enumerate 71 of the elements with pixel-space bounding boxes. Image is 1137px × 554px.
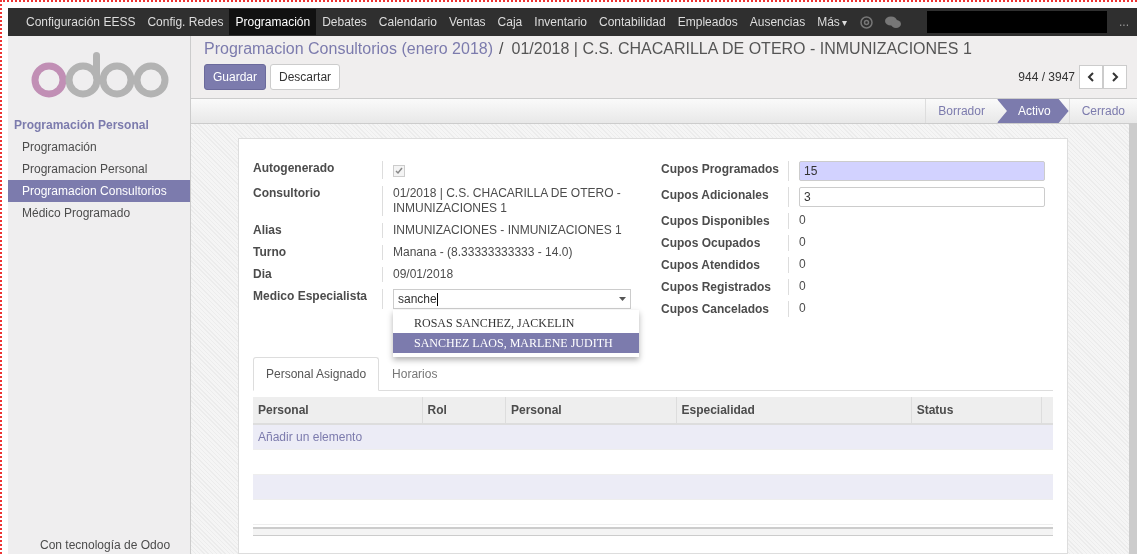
breadcrumb-current: 01/2018 | C.S. CHACARILLA DE OTERO - INMUNIZACIONES 1 (511, 40, 972, 58)
menu-item[interactable]: Debates (316, 9, 373, 35)
menu-item[interactable]: Ventas (442, 9, 492, 35)
chevron-left-icon (1087, 72, 1095, 82)
field-label: Cupos Disponibles (661, 213, 789, 229)
checkbox[interactable] (393, 165, 405, 177)
sidebar-item[interactable]: Médico Programado (8, 202, 190, 224)
menu-item[interactable]: Empleados (671, 9, 744, 35)
footer-text: Con tecnología de Odoo (39, 538, 172, 552)
caret-icon (619, 297, 626, 301)
menu-item[interactable]: Contabilidad (593, 9, 672, 35)
search-combo-field[interactable]: sanche (393, 289, 631, 309)
save-button[interactable]: Guardar (204, 64, 267, 90)
field-label: Cupos Programados (661, 161, 789, 181)
column-header[interactable]: Personal (253, 397, 423, 423)
menu-item[interactable]: Calendario (372, 9, 443, 35)
tab[interactable]: Horarios (379, 357, 451, 391)
pager-text: 944 / 3947 (1018, 70, 1075, 84)
status-step[interactable]: Cerrado (1068, 99, 1137, 123)
tab[interactable]: Personal Asignado (253, 357, 380, 391)
field-label: Autogenerado (253, 161, 383, 179)
column-header[interactable]: Status (911, 397, 1043, 423)
discard-button[interactable]: Descartar (270, 64, 341, 90)
sidebar-item[interactable]: Programación (8, 136, 190, 158)
field-value: INMUNIZACIONES - INMUNIZACIONES 1 (393, 223, 622, 237)
field-label: Dia (253, 267, 383, 282)
field-value: 0 (799, 279, 806, 293)
field-label: Cupos Atendidos (661, 257, 789, 273)
field-label: Cupos Adicionales (661, 187, 789, 207)
user-menu[interactable]: ... (1107, 15, 1137, 29)
column-header[interactable]: Especialidad (676, 397, 912, 423)
menu-item[interactable]: Programación (229, 9, 317, 35)
menu-item[interactable]: Más ▾ (811, 9, 853, 35)
add-item-link[interactable]: Añadir un elemento (253, 425, 1053, 449)
previous-button[interactable] (1079, 65, 1103, 89)
field-value: 01/2018 | C.S. CHACARILLA DE OTERO - INMUNIZACIONES 1 (393, 186, 621, 215)
breadcrumb-separator: / (499, 40, 504, 58)
field-value: 0 (799, 213, 806, 227)
field-label: Turno (253, 245, 383, 260)
dropdown-option[interactable]: SANCHEZ LAOS, MARLENE JUDITH (393, 333, 639, 353)
field-label: Alias (253, 223, 383, 238)
menu-item[interactable]: Config. Redes (141, 9, 230, 35)
field-label: Cupos Ocupados (661, 235, 789, 251)
menu-item[interactable]: Inventario (528, 9, 593, 35)
column-header[interactable]: Rol (422, 397, 506, 423)
sidebar-item[interactable]: Programacion Personal (8, 158, 190, 180)
status-step[interactable]: Borrador (925, 99, 997, 123)
chat-icon[interactable] (885, 15, 901, 29)
column-header[interactable]: Personal (505, 397, 677, 423)
field-value: 09/01/2018 (393, 267, 454, 281)
sidebar-section-title: Programación Personal (13, 117, 150, 134)
field-label: Medico Especialista (253, 289, 383, 309)
dropdown-option[interactable]: ROSAS SANCHEZ, JACKELIN (393, 313, 639, 333)
next-button[interactable] (1103, 65, 1127, 89)
input-field[interactable]: 3 (799, 187, 1045, 207)
field-value: 0 (799, 235, 806, 249)
at-icon[interactable] (860, 15, 873, 29)
scrollbar[interactable] (1129, 124, 1137, 554)
status-step[interactable]: Activo (996, 99, 1069, 123)
field-label: Consultorio (253, 186, 383, 216)
chevron-right-icon (1111, 72, 1119, 82)
menu-item[interactable]: Ausencias (743, 9, 812, 35)
menu-item[interactable]: Configuración EESS (20, 9, 142, 35)
sidebar-item[interactable]: Programacion Consultorios (8, 180, 190, 202)
field-value: 0 (799, 301, 806, 315)
field-value: Manana - (8.33333333333 - 14.0) (393, 245, 573, 259)
input-field[interactable]: 15 (799, 161, 1045, 181)
field-value: 0 (799, 257, 806, 271)
menu-item[interactable]: Caja (491, 9, 529, 35)
field-label: Cupos Cancelados (661, 301, 789, 317)
field-label: Cupos Registrados (661, 279, 789, 295)
